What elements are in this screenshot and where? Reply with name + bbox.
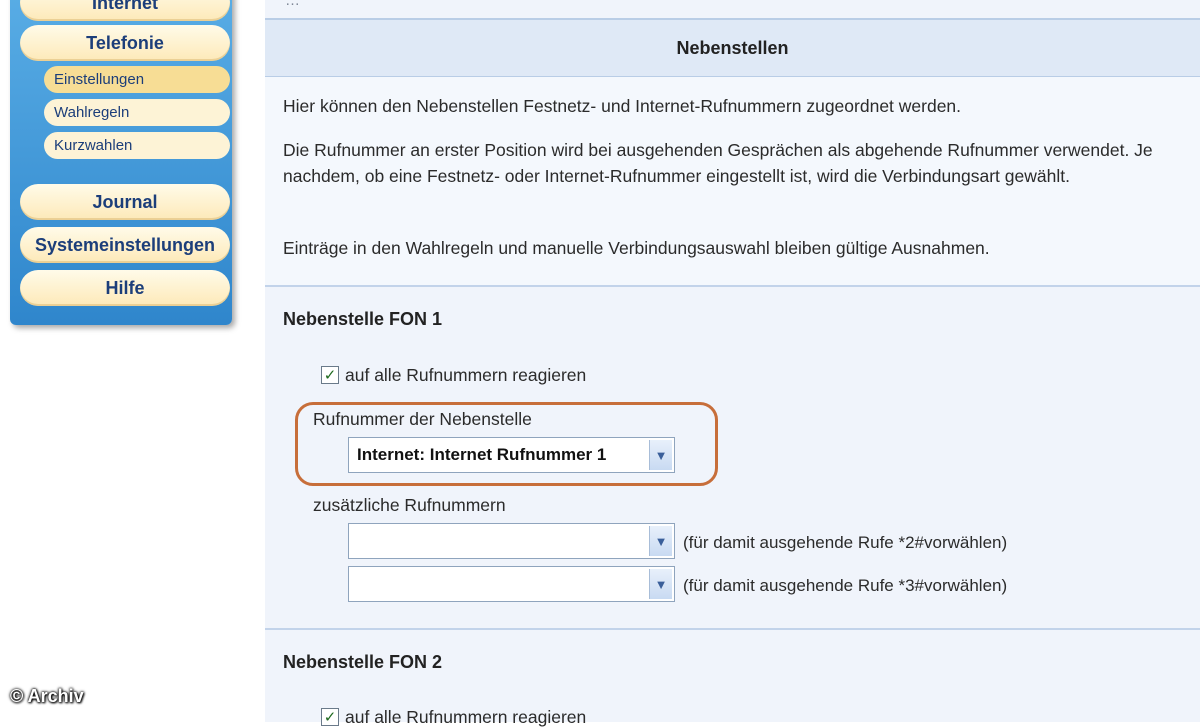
checkmark-icon: ✓	[323, 709, 337, 726]
fon1-number-value: Internet: Internet Rufnummer 1	[357, 445, 607, 464]
fon2-all-numbers-checkbox[interactable]: ✓	[321, 708, 339, 726]
watermark: © Archiv	[10, 686, 84, 706]
fon1-additional-hint-2: (für damit ausgehende Rufe *3#vorwählen)	[683, 576, 1008, 595]
fon1-additional-select-2[interactable]: ▼	[348, 566, 675, 602]
fon1-title: Nebenstelle FON 1	[283, 309, 443, 329]
sidebar-item-systemeinstellungen[interactable]: Systemeinstellungen	[20, 227, 230, 263]
sidebar-subitem-einstellungen[interactable]: Einstellungen	[44, 66, 230, 93]
main-content: … Nebenstellen Hier können den Nebenstel…	[265, 0, 1200, 727]
chevron-down-icon[interactable]: ▼	[649, 569, 672, 599]
fon1-additional-select-1[interactable]: ▼	[348, 523, 675, 559]
fon2-block: Nebenstelle FON 2 ✓ auf alle Rufnummern …	[265, 628, 1200, 727]
sidebar-item-internet[interactable]: Internet	[20, 0, 230, 21]
fon1-number-label: Rufnummer der Nebenstelle	[313, 409, 532, 429]
sidebar-item-journal[interactable]: Journal	[20, 184, 230, 220]
sidebar-nav: Internet Telefonie Einstellungen Wahlreg…	[10, 0, 232, 325]
checkmark-icon: ✓	[323, 367, 337, 384]
fon2-title: Nebenstelle FON 2	[283, 652, 443, 672]
fon1-number-select[interactable]: Internet: Internet Rufnummer 1 ▼	[348, 437, 675, 473]
intro-box: Hier können den Nebenstellen Festnetz- u…	[265, 77, 1200, 287]
top-strip: …	[265, 0, 1200, 20]
chevron-down-icon[interactable]: ▼	[649, 440, 672, 470]
top-strip-text: …	[285, 0, 300, 9]
fon1-block: Nebenstelle FON 1 ✓ auf alle Rufnummern …	[265, 287, 1200, 627]
fon1-additional-label: zusätzliche Rufnummern	[313, 495, 506, 515]
section-title: Nebenstellen	[265, 20, 1200, 77]
sidebar-subitem-wahlregeln[interactable]: Wahlregeln	[44, 99, 230, 126]
chevron-down-icon[interactable]: ▼	[649, 526, 672, 556]
sidebar-subitem-kurzwahlen[interactable]: Kurzwahlen	[44, 132, 230, 159]
fon1-all-numbers-checkbox[interactable]: ✓	[321, 366, 339, 384]
intro-text-2: Die Rufnummer an erster Position wird be…	[283, 140, 1153, 186]
sidebar-item-telefonie[interactable]: Telefonie	[20, 25, 230, 61]
intro-text-1: Hier können den Nebenstellen Festnetz- u…	[283, 96, 962, 116]
fon2-checkbox-label: auf alle Rufnummern reagieren	[345, 707, 587, 727]
sidebar-item-hilfe[interactable]: Hilfe	[20, 270, 230, 306]
fon1-additional-hint-1: (für damit ausgehende Rufe *2#vorwählen)	[683, 533, 1008, 552]
intro-text-3: Einträge in den Wahlregeln und manuelle …	[283, 238, 990, 258]
fon1-checkbox-label: auf alle Rufnummern reagieren	[345, 365, 587, 385]
